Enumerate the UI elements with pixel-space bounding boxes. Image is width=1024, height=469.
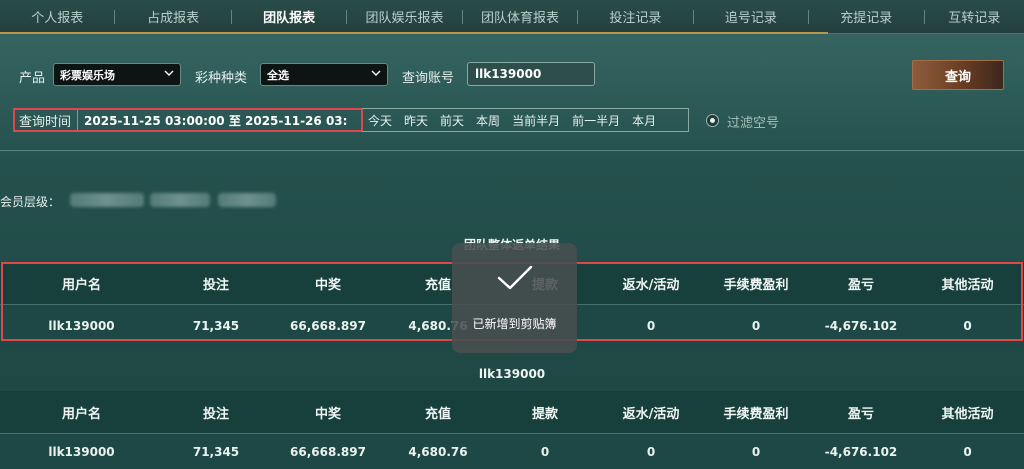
query-time-label: 查询时间: [15, 110, 79, 130]
account-input-value: llk139000: [475, 67, 542, 81]
account-input[interactable]: llk139000: [467, 62, 595, 86]
cell-winnings: 66,668.897: [290, 444, 366, 459]
cell-bet: 71,345: [192, 444, 240, 459]
toast-message: 已新增到剪贴簿: [472, 317, 557, 331]
cell-deposit: 4,680.76: [408, 444, 468, 459]
tab-label: 投注记录: [609, 11, 662, 26]
lottery-type-select[interactable]: 全选: [260, 63, 388, 86]
tab-label: 充提记录: [840, 11, 893, 26]
quick-range-current-half-month[interactable]: 当前半月: [506, 112, 566, 129]
tab-transfer-records[interactable]: 互转记录: [925, 0, 1024, 34]
tab-bet-records[interactable]: 投注记录: [578, 0, 692, 34]
report-tab-bar: 个人报表 占成报表 团队报表 团队娱乐报表 团队体育报表 投注记录 追号记录 充…: [0, 0, 1024, 34]
column-header: 中奖: [314, 406, 341, 422]
tab-team-sports-report[interactable]: 团队体育报表: [463, 0, 577, 34]
quick-range-today[interactable]: 今天: [362, 112, 398, 129]
column-header: 提款: [531, 406, 558, 422]
cell-profit-loss: -4,676.102: [824, 444, 898, 459]
query-time-range[interactable]: 查询时间 2025-11-25 03:00:00 至 2025-11-26 03…: [13, 108, 363, 132]
quick-range-previous-half-month[interactable]: 前一半月: [566, 112, 626, 129]
filter-empty-label: 过滤空号: [727, 116, 780, 131]
column-header: 充值: [424, 406, 451, 422]
check-icon: [497, 265, 532, 290]
tab-label: 个人报表: [31, 11, 84, 26]
tab-personal-report[interactable]: 个人报表: [0, 0, 114, 34]
cell-withdraw: 0: [540, 444, 550, 459]
radio-dot-icon: [710, 118, 715, 123]
cell-rebate: 0: [646, 444, 656, 459]
chevron-down-icon: [164, 70, 174, 76]
tab-chase-records[interactable]: 追号记录: [694, 0, 808, 34]
tab-share-report[interactable]: 占成报表: [115, 0, 230, 34]
product-select[interactable]: 彩票娱乐场: [53, 63, 181, 86]
tab-label: 团队娱乐报表: [365, 11, 444, 26]
quick-range-this-week[interactable]: 本周: [470, 112, 506, 129]
user-section-title: llk139000: [478, 367, 546, 381]
column-header: 盈亏: [847, 406, 874, 422]
filter-empty-radio[interactable]: [706, 114, 719, 127]
column-header: 手续费盈利: [723, 406, 789, 422]
tab-label: 占成报表: [147, 11, 200, 26]
quick-range-group: 今天 昨天 前天 本周 当前半月 前一半月 本月: [362, 108, 689, 132]
query-button[interactable]: 查询: [912, 60, 1004, 90]
tab-label: 团队报表: [263, 11, 316, 26]
tab-deposit-withdraw-records[interactable]: 充提记录: [809, 0, 923, 34]
tab-team-entertainment-report[interactable]: 团队娱乐报表: [347, 0, 461, 34]
product-label: 产品: [19, 71, 46, 86]
tab-label: 互转记录: [948, 11, 1001, 26]
tab-label: 追号记录: [724, 11, 777, 26]
cell-fee-profit: 0: [751, 444, 761, 459]
tab-team-report[interactable]: 团队报表: [232, 0, 346, 34]
user-table-header: 用户名 投注 中奖 充值 提款 返水/活动 手续费盈利 盈亏 其他活动: [0, 391, 1024, 433]
cell-username[interactable]: llk139000: [0, 445, 163, 459]
query-time-value[interactable]: 2025-11-25 03:00:00 至 2025-11-26 03:00:0…: [78, 112, 348, 129]
lottery-type-label: 彩种种类: [195, 71, 248, 86]
chevron-down-icon: [371, 70, 381, 76]
quick-range-this-month[interactable]: 本月: [626, 112, 662, 129]
column-header: 投注: [202, 406, 229, 422]
filter-panel: 产品 彩票娱乐场 彩种种类 全选 查询账号 llk139000 查询 查询时间 …: [0, 34, 1024, 152]
tab-label: 团队体育报表: [480, 11, 559, 26]
filter-divider: [0, 150, 1024, 151]
column-header: 返水/活动: [622, 406, 680, 422]
column-header: 其他活动: [941, 406, 994, 422]
quick-range-day-before[interactable]: 前天: [434, 112, 470, 129]
account-label: 查询账号: [402, 71, 455, 86]
member-level-redacted: [150, 193, 210, 207]
quick-range-yesterday[interactable]: 昨天: [398, 112, 434, 129]
member-level-redacted: [218, 193, 276, 207]
member-level-label: 会员层级：: [0, 195, 61, 209]
lottery-type-select-value: 全选: [267, 68, 289, 82]
member-level-redacted: [70, 193, 144, 207]
product-select-value: 彩票娱乐场: [60, 68, 115, 82]
table-row: llk139000 71,345 66,668.897 4,680.76 0 0…: [0, 434, 1024, 469]
clipboard-toast: 已新增到剪贴簿: [452, 243, 577, 353]
cell-other-activity: 0: [963, 444, 972, 459]
column-header: 用户名: [61, 406, 101, 422]
